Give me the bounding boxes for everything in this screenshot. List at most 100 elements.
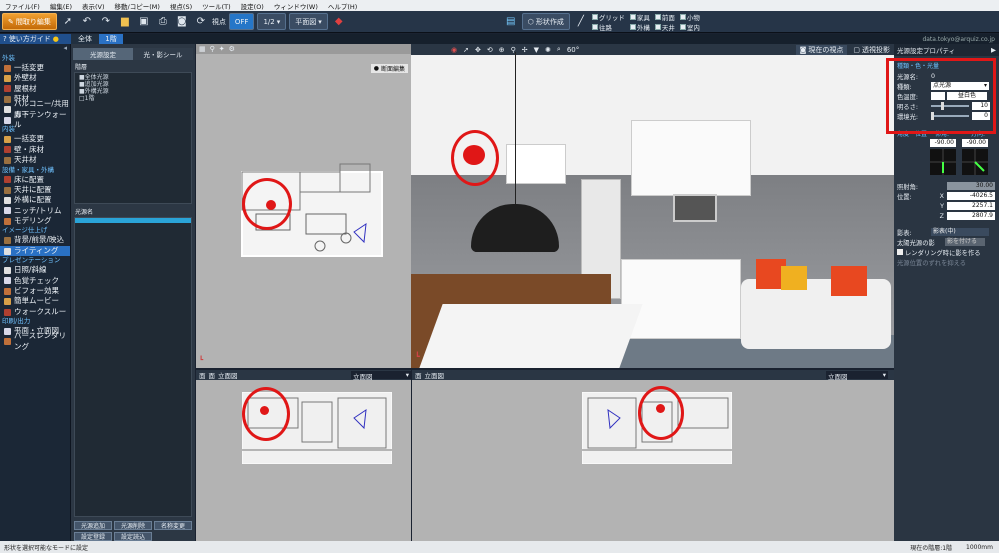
light-panel-button[interactable]: 設定登録 <box>74 532 112 541</box>
panel-arrow-icon[interactable]: ▶ <box>991 46 999 54</box>
slider-handle[interactable] <box>931 112 934 120</box>
nav-item[interactable]: 日照/斜線 <box>0 265 70 275</box>
elevation-viewport-right[interactable]: 面立面図 立面図 ▾ <box>412 370 894 541</box>
orbit-icon[interactable]: ⟲ <box>487 46 493 54</box>
direction-input[interactable]: -90.00 <box>962 139 988 147</box>
position-y-input[interactable]: 2257.1 <box>947 202 995 210</box>
nav-item[interactable]: 屋根材 <box>0 84 70 94</box>
light-bulb-icon[interactable]: ✺ <box>545 46 551 54</box>
view-toggle[interactable]: OFF <box>228 13 255 30</box>
tab-light-settings[interactable]: 光源設定 <box>73 48 133 60</box>
tab-floor1[interactable]: 1階 <box>99 34 123 44</box>
brightness-slider[interactable] <box>931 102 969 110</box>
lock-position-label[interactable]: 光源位置のずれを抑える <box>894 257 999 267</box>
light-panel-button[interactable]: 光源削除 <box>114 521 152 530</box>
nav-item[interactable]: パースレンダリング <box>0 331 70 351</box>
render-button-icon[interactable]: ◉ <box>451 46 457 54</box>
nav-item[interactable]: 背景/前景/映込 <box>0 235 70 245</box>
nav-item[interactable]: ビフォー効果 <box>0 286 70 296</box>
tree-item[interactable]: ■全体光源 <box>79 74 187 81</box>
select-arrow-icon[interactable]: ➚ <box>60 14 76 30</box>
nav-item[interactable]: 外構に配置 <box>0 195 70 205</box>
nav-item[interactable]: カーテンウォール <box>0 110 70 129</box>
nav-item[interactable]: 一括変更 <box>0 63 70 73</box>
slider-handle[interactable] <box>941 102 944 110</box>
menu-item[interactable]: 編集(E) <box>45 1 77 11</box>
section-edit-button[interactable]: ● 断面編集 <box>370 64 408 73</box>
camera-icon[interactable]: ◙ <box>174 14 190 30</box>
cursor-icon[interactable]: ➚ <box>463 46 469 54</box>
perspective-viewport[interactable]: ◉ ➚ ✥ ⟲ ⊕ ⚲ ✢ ▼ ✺ ⌕ 60° ◙ 現在の視点 ▢ 透視投影 ┗ <box>411 44 894 368</box>
elevation-tab[interactable]: 立面図 <box>218 370 238 380</box>
menu-item[interactable]: 視点(S) <box>165 1 197 11</box>
tab-all[interactable]: 全体 <box>71 34 99 44</box>
light-tree[interactable]: ■全体光源 ■追加光源 ■外構光源 □1階 <box>74 72 192 204</box>
menu-item[interactable]: ツール(T) <box>197 1 236 11</box>
tree-item[interactable]: ■追加光源 <box>79 81 187 88</box>
list-item-selected[interactable] <box>75 218 191 223</box>
light-panel-button[interactable]: 名称変更 <box>154 521 192 530</box>
nav-item[interactable]: ニッチ/トリム <box>0 206 70 216</box>
render-icon[interactable]: ◆ <box>331 14 347 30</box>
plan-viewport[interactable]: ▦ ⚲ ✦ ⚙ ● 断面編集 ┗ <box>196 44 411 368</box>
display-checkbox[interactable]: 家具 <box>629 12 650 22</box>
tree-item[interactable]: □1階 <box>79 95 187 102</box>
render-shadow-checkbox[interactable] <box>897 249 903 255</box>
undo-icon[interactable]: ↶ <box>79 14 95 30</box>
print-icon[interactable]: ⎙ <box>155 14 171 30</box>
menu-item[interactable]: ヘルプ(H) <box>323 1 362 11</box>
tree-item[interactable]: ■外構光源 <box>79 88 187 95</box>
nav-item[interactable]: 床に配置 <box>0 175 70 185</box>
lens-icon[interactable]: ⌕ <box>557 45 561 54</box>
display-checkbox[interactable]: グリッド <box>591 12 625 22</box>
tool-icon[interactable]: ⚙ <box>229 45 235 53</box>
elevation-viewport-left[interactable]: 面面立面図 立面図 ▾ <box>196 370 411 541</box>
redo-icon[interactable]: ↷ <box>98 14 114 30</box>
nav-item[interactable]: 天井材 <box>0 155 70 165</box>
nav-item[interactable]: 簡単ムービー <box>0 296 70 306</box>
nav-item[interactable]: 色覚チェック <box>0 276 70 286</box>
pan-icon[interactable]: ✥ <box>475 46 481 54</box>
projection-button[interactable]: ▢ 透視投影 <box>853 45 894 55</box>
display-checkbox[interactable]: 小物 <box>679 12 700 22</box>
plan-select[interactable]: 平面図 ▾ <box>289 13 328 30</box>
folder-icon[interactable]: ▆ <box>117 14 133 30</box>
menu-item[interactable]: 表示(V) <box>77 1 110 11</box>
ups-icon[interactable]: ▤ <box>503 14 519 30</box>
display-checkbox[interactable]: 前面 <box>654 12 675 22</box>
grid-icon[interactable]: ▦ <box>199 45 206 53</box>
measure-icon[interactable]: ╱ <box>573 14 589 30</box>
light-list[interactable] <box>74 217 192 517</box>
menu-item[interactable]: ファイル(F) <box>0 1 45 11</box>
direction-dial[interactable] <box>962 149 988 175</box>
tilt-input[interactable]: -90.00 <box>930 139 956 147</box>
tilt-dial[interactable] <box>930 149 956 175</box>
save-icon[interactable]: ▣ <box>136 14 152 30</box>
nav-item[interactable]: 外壁材 <box>0 73 70 83</box>
current-view-button[interactable]: ◙ 現在の視点 <box>795 44 848 55</box>
zoom-icon[interactable]: ⊕ <box>499 46 505 54</box>
move-icon[interactable]: ✢ <box>522 46 528 54</box>
face-tab[interactable]: 面 <box>199 370 206 380</box>
display-checkbox[interactable]: 外構 <box>629 22 650 32</box>
refresh-icon[interactable]: ⟳ <box>193 14 209 30</box>
display-checkbox[interactable]: 室内 <box>679 22 700 32</box>
elevation-tab[interactable]: 立面図 <box>425 370 445 380</box>
drop-icon[interactable]: ▼ <box>534 46 539 54</box>
menu-item[interactable]: 移動/コピー(M) <box>110 1 165 11</box>
ambient-slider[interactable] <box>931 112 969 120</box>
walk-icon[interactable]: ⚲ <box>210 45 215 53</box>
menu-item[interactable]: ウィンドウ(W) <box>269 1 323 11</box>
layout-edit-button[interactable]: ✎ 間取り編集 <box>2 13 57 30</box>
position-x-input[interactable]: -4026.5 <box>947 192 995 200</box>
collapse-icon[interactable]: ◂ <box>0 44 70 54</box>
tab-light-seal[interactable]: 光・影シール <box>133 48 193 60</box>
scale-select[interactable]: 1/2 ▾ <box>257 13 287 30</box>
nav-item[interactable]: ウォークスルー <box>0 307 70 317</box>
nav-item[interactable]: 一括変更 <box>0 134 70 144</box>
nav-item[interactable]: 天井に配置 <box>0 185 70 195</box>
nav-item[interactable]: 壁・床材 <box>0 145 70 155</box>
sun-shadow-select[interactable]: 影を付ける <box>945 238 985 246</box>
display-checkbox[interactable]: 天井 <box>654 22 675 32</box>
elevation-select-right[interactable]: 立面図 ▾ <box>826 371 888 381</box>
